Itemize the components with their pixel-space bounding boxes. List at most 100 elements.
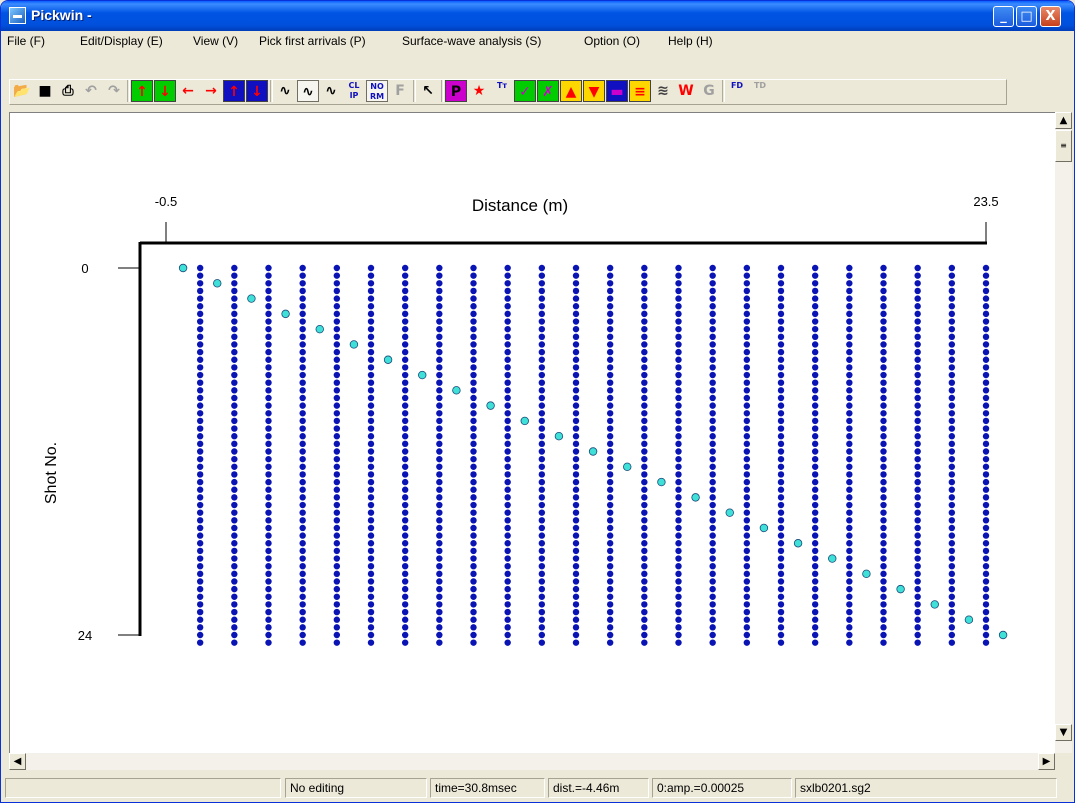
menu-help[interactable]: Help (H)	[668, 34, 713, 48]
receiver-point	[811, 494, 819, 501]
receiver-point	[538, 341, 546, 348]
scroll-down-icon[interactable]: ▼	[1055, 724, 1072, 741]
cross-icon[interactable]: ✗	[537, 80, 559, 102]
receiver-point	[982, 532, 990, 539]
close-button[interactable]: X	[1040, 6, 1061, 27]
maximize-button[interactable]: □	[1016, 6, 1037, 27]
wiggle-icon[interactable]: ∿	[274, 80, 296, 102]
receiver-point	[265, 616, 272, 623]
scroll-thumb[interactable]: ≡	[1055, 130, 1072, 162]
bold-arrow-up-icon[interactable]: ↑	[223, 80, 245, 102]
normalize-icon[interactable]: NO RM	[366, 80, 388, 102]
menu-option[interactable]: Option (O)	[584, 34, 640, 48]
receiver-point	[982, 402, 990, 409]
arrow-down-icon[interactable]: ↓	[154, 80, 176, 102]
receiver-point	[572, 402, 580, 409]
clip-icon[interactable]: CL IP	[343, 80, 365, 102]
receiver-point	[811, 601, 819, 608]
arrow-right-icon[interactable]: →	[200, 80, 222, 102]
w-icon[interactable]: W	[675, 80, 697, 102]
receiver-point	[470, 364, 477, 371]
receiver-point	[777, 364, 785, 371]
receiver-point	[641, 402, 648, 409]
receiver-point	[743, 287, 751, 295]
receiver-point	[880, 570, 887, 578]
receiver-point	[265, 272, 272, 279]
open-icon[interactable]: 📂	[11, 80, 33, 102]
receiver-point	[675, 585, 682, 593]
receiver-point	[401, 639, 409, 646]
color-stripes-icon[interactable]: ≡	[629, 80, 651, 102]
receiver-point	[914, 417, 921, 425]
receiver-point	[914, 463, 921, 470]
redo-icon[interactable]: ↷	[103, 80, 125, 102]
wiggle-variable-icon[interactable]: ∿	[320, 80, 342, 102]
arrow-left-icon[interactable]: ←	[177, 80, 199, 102]
receiver-point	[572, 333, 580, 341]
receiver-point	[914, 570, 921, 578]
receiver-point	[880, 448, 887, 455]
receiver-point	[572, 417, 580, 425]
horizontal-scrollbar[interactable]: ◀ ▶	[9, 753, 1055, 770]
plot-area[interactable]: -0.5 23.5 Distance (m) 0 24 Shot No.	[9, 112, 1055, 753]
receiver-point	[367, 455, 375, 463]
filter-icon[interactable]: F	[389, 80, 411, 102]
minimize-button[interactable]: _	[993, 6, 1014, 27]
receiver-point	[265, 509, 272, 516]
receiver-point	[743, 555, 751, 562]
wiggle-fill-icon[interactable]: ∿	[297, 80, 319, 102]
receiver-point	[846, 639, 853, 646]
color-bar-icon[interactable]: ▬	[606, 80, 628, 102]
td-icon[interactable]: TD	[749, 80, 771, 102]
receiver-point	[743, 417, 751, 425]
receiver-point	[606, 547, 614, 555]
bold-arrow-down-icon[interactable]: ↓	[246, 80, 268, 102]
receiver-point	[880, 440, 887, 448]
check-icon[interactable]: ✓	[514, 80, 536, 102]
receiver-point	[470, 287, 477, 295]
receiver-point	[811, 509, 819, 516]
receiver-point	[504, 318, 511, 325]
menu-edit-display[interactable]: Edit/Display (E)	[80, 34, 163, 48]
receiver-point	[231, 325, 238, 333]
receiver-point	[572, 394, 580, 402]
scroll-up-icon[interactable]: ▲	[1055, 112, 1072, 129]
fd-icon[interactable]: FD	[726, 80, 748, 102]
scroll-right-icon[interactable]: ▶	[1038, 753, 1055, 770]
receiver-point	[777, 639, 785, 646]
star-icon[interactable]: ★	[468, 80, 490, 102]
receiver-point	[299, 593, 306, 600]
receiver-point	[846, 578, 853, 585]
triangle-up-icon[interactable]: ▲	[560, 80, 582, 102]
menu-view[interactable]: View (V)	[193, 34, 238, 48]
undo-icon[interactable]: ↶	[80, 80, 102, 102]
receiver-point	[777, 417, 785, 425]
receiver-point	[777, 555, 785, 562]
receiver-point	[846, 494, 853, 501]
print-icon[interactable]: ⎙	[57, 80, 79, 102]
title-bar[interactable]: Pickwin - _ □ X	[1, 1, 1074, 31]
receiver-point	[572, 616, 580, 623]
traveltime-icon[interactable]: Tт	[491, 80, 513, 102]
g-icon[interactable]: G	[698, 80, 720, 102]
vertical-scrollbar[interactable]: ▲ ≡ ▼	[1055, 112, 1072, 753]
menu-pick-first-arrivals[interactable]: Pick first arrivals (P)	[259, 34, 366, 48]
save-icon[interactable]: ■	[34, 80, 56, 102]
receiver-point	[709, 440, 716, 448]
receiver-point	[333, 287, 341, 295]
receiver-point	[641, 364, 648, 371]
scroll-left-icon[interactable]: ◀	[9, 753, 26, 770]
receiver-point	[299, 494, 306, 501]
wave-icon[interactable]: ≋	[652, 80, 674, 102]
pointer-icon[interactable]: ↖	[417, 80, 439, 102]
receiver-point	[846, 448, 853, 455]
receiver-point	[436, 287, 443, 295]
pick-icon[interactable]: P	[445, 80, 467, 102]
receiver-point	[572, 585, 580, 593]
arrow-up-icon[interactable]: ↑	[131, 80, 153, 102]
receiver-point	[811, 364, 819, 371]
triangle-down-icon[interactable]: ▼	[583, 80, 605, 102]
menu-file[interactable]: File (F)	[7, 34, 45, 48]
receiver-point	[606, 540, 614, 547]
menu-surface-wave-analysis[interactable]: Surface-wave analysis (S)	[402, 34, 541, 48]
